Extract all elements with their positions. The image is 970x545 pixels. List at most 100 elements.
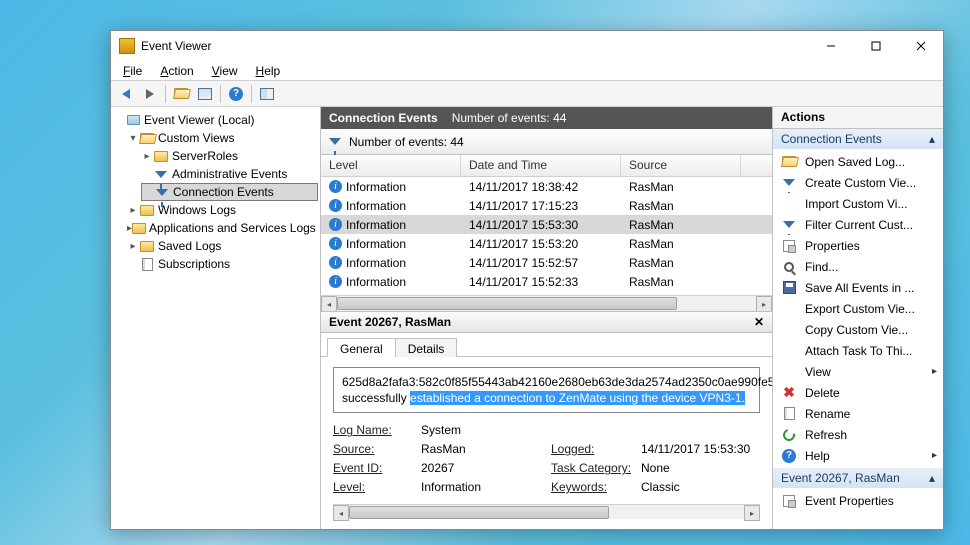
val-keywords: Classic <box>641 480 760 494</box>
action-event-properties[interactable]: Event Properties <box>773 490 943 511</box>
refresh-icon <box>781 426 797 442</box>
lbl-event-id: Event ID: <box>333 461 421 475</box>
horizontal-scrollbar[interactable]: ◂ ▸ <box>321 295 772 311</box>
pane-toggle-button[interactable] <box>194 83 216 105</box>
actions-section-event[interactable]: Event 20267, RasMan ▴ <box>773 468 943 488</box>
action-open-saved-log[interactable]: Open Saved Log... <box>773 151 943 172</box>
tab-details[interactable]: Details <box>395 338 458 357</box>
lbl-task-category: Task Category: <box>551 461 641 475</box>
action-label: Copy Custom Vie... <box>805 323 908 337</box>
window-controls <box>808 31 943 61</box>
action-save-all-events-in[interactable]: Save All Events in ... <box>773 277 943 298</box>
lbl-level: Level: <box>333 480 421 494</box>
scroll-thumb[interactable] <box>337 297 677 310</box>
close-button[interactable] <box>898 31 943 61</box>
event-row[interactable]: iInformation14/11/2017 15:53:20RasMan <box>321 234 772 253</box>
event-row[interactable]: iInformation14/11/2017 15:52:33RasMan <box>321 272 772 291</box>
action-import-custom-vi[interactable]: Import Custom Vi... <box>773 193 943 214</box>
actions-section-connection-events[interactable]: Connection Events ▴ <box>773 129 943 149</box>
action-help[interactable]: ?Help▸ <box>773 445 943 466</box>
menu-view[interactable]: View <box>204 62 246 80</box>
action-copy-custom-vie[interactable]: Copy Custom Vie... <box>773 319 943 340</box>
expander-icon[interactable]: ▸ <box>127 205 139 216</box>
minimize-button[interactable] <box>808 31 853 61</box>
toolbar: ? <box>111 81 943 107</box>
scroll-thumb[interactable] <box>349 506 609 519</box>
collapse-icon: ▴ <box>929 132 935 146</box>
menu-action[interactable]: Action <box>152 62 201 80</box>
action-refresh[interactable]: Refresh <box>773 424 943 445</box>
open-folder-button[interactable] <box>170 83 192 105</box>
action-export-custom-vie[interactable]: Export Custom Vie... <box>773 298 943 319</box>
tree-windows-logs[interactable]: ▸ Windows Logs <box>127 201 318 219</box>
open-log-icon <box>782 156 796 167</box>
app-window: Event Viewer File Action View Help ? <box>110 30 944 530</box>
action-properties[interactable]: Properties <box>773 235 943 256</box>
scroll-left-button[interactable]: ◂ <box>333 505 349 521</box>
tree-pane[interactable]: Event Viewer (Local) ▾ Custom Views ▸ Se… <box>111 107 321 529</box>
action-label: Delete <box>805 386 840 400</box>
col-level[interactable]: Level <box>321 155 461 176</box>
action-find[interactable]: Find... <box>773 256 943 277</box>
tree-admin-events[interactable]: Administrative Events <box>141 165 318 183</box>
msg-highlighted: established a connection to ZenMate usin… <box>410 391 745 405</box>
action-delete[interactable]: ✖Delete <box>773 382 943 403</box>
detail-close-button[interactable]: ✕ <box>754 315 764 329</box>
tree-root[interactable]: Event Viewer (Local) <box>113 111 318 129</box>
menu-help[interactable]: Help <box>248 62 289 80</box>
tab-general[interactable]: General <box>327 338 396 357</box>
dual-pane-button[interactable] <box>256 83 278 105</box>
action-rename[interactable]: Rename <box>773 403 943 424</box>
cell-level: Information <box>346 256 406 270</box>
minimize-icon <box>826 41 836 51</box>
actions-list-2: Event Properties <box>773 488 943 513</box>
event-row[interactable]: iInformation14/11/2017 15:53:30RasMan <box>321 215 772 234</box>
action-create-custom-vie[interactable]: Create Custom Vie... <box>773 172 943 193</box>
col-source[interactable]: Source <box>621 155 741 176</box>
expander-icon[interactable]: ▸ <box>127 241 139 252</box>
filter-bar-text: Number of events: 44 <box>349 135 464 149</box>
center-header: Connection Events Number of events: 44 <box>321 107 772 129</box>
tree-server-roles[interactable]: ▸ ServerRoles <box>141 147 318 165</box>
toolbar-separator <box>220 85 221 103</box>
col-date[interactable]: Date and Time <box>461 155 621 176</box>
menu-bar: File Action View Help <box>111 61 943 81</box>
action-attach-task-to-thi[interactable]: Attach Task To Thi... <box>773 340 943 361</box>
folder-icon <box>154 151 168 162</box>
detail-tabs: General Details <box>321 333 772 357</box>
forward-button[interactable] <box>139 83 161 105</box>
action-label: Rename <box>805 407 850 421</box>
maximize-button[interactable] <box>853 31 898 61</box>
actions-list-1: Open Saved Log...Create Custom Vie...Imp… <box>773 149 943 468</box>
val-task-category: None <box>641 461 760 475</box>
toolbar-separator <box>165 85 166 103</box>
event-row[interactable]: iInformation14/11/2017 17:15:23RasMan <box>321 196 772 215</box>
action-view[interactable]: View▸ <box>773 361 943 382</box>
scroll-right-button[interactable]: ▸ <box>756 296 772 311</box>
detail-header: Event 20267, RasMan ✕ <box>321 311 772 333</box>
scroll-left-button[interactable]: ◂ <box>321 296 337 311</box>
event-message[interactable]: 625d8a2fafa3:582c0f85f55443ab42160e2680e… <box>333 367 760 413</box>
cell-source: RasMan <box>621 275 741 289</box>
tree-custom-views[interactable]: ▾ Custom Views <box>127 129 318 147</box>
tree-subscriptions[interactable]: Subscriptions <box>127 255 318 273</box>
expander-icon[interactable]: ▾ <box>127 133 139 144</box>
tree-saved-logs[interactable]: ▸ Saved Logs <box>127 237 318 255</box>
information-icon: i <box>329 256 342 269</box>
submenu-arrow-icon: ▸ <box>932 366 937 377</box>
event-row[interactable]: iInformation14/11/2017 15:52:57RasMan <box>321 253 772 272</box>
detail-horizontal-scrollbar[interactable]: ◂ ▸ <box>333 504 760 519</box>
event-row[interactable]: iInformation14/11/2017 18:38:42RasMan <box>321 177 772 196</box>
menu-file[interactable]: File <box>115 62 150 80</box>
scroll-right-button[interactable]: ▸ <box>744 505 760 521</box>
submenu-arrow-icon: ▸ <box>932 450 937 461</box>
back-button[interactable] <box>115 83 137 105</box>
lbl-logged: Logged: <box>551 442 641 456</box>
tree-connection-events[interactable]: Connection Events <box>141 183 318 201</box>
grid-body[interactable]: iInformation14/11/2017 18:38:42RasManiIn… <box>321 177 772 295</box>
action-filter-current-cust[interactable]: Filter Current Cust... <box>773 214 943 235</box>
help-button[interactable]: ? <box>225 83 247 105</box>
expander-icon[interactable]: ▸ <box>141 151 153 162</box>
cell-source: RasMan <box>621 256 741 270</box>
tree-app-svc-logs[interactable]: ▸ Applications and Services Logs <box>127 219 318 237</box>
